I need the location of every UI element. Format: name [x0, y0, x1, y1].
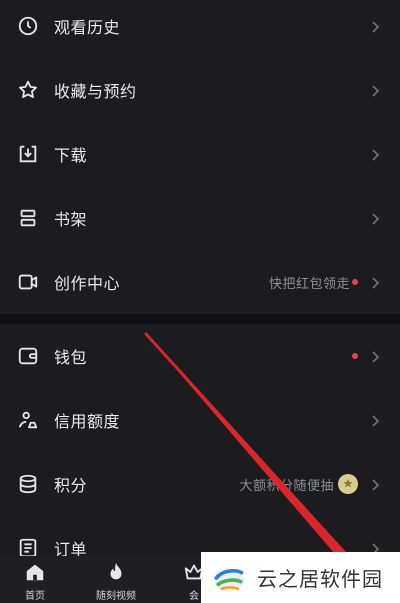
menu-item-download[interactable]: 下载 — [0, 123, 400, 185]
menu-item-label: 观看历史 — [54, 18, 121, 37]
notification-dot — [352, 353, 358, 359]
clock-icon — [17, 15, 39, 37]
chevron-right-icon — [370, 83, 380, 97]
creator-promo-hint: 快把红包领走 — [268, 276, 350, 292]
menu-item-creator-center[interactable]: 创作中心 快把红包领走 — [0, 251, 400, 313]
tab-short-videos[interactable]: 随刻视频 — [86, 556, 146, 603]
chevron-right-icon — [370, 477, 380, 491]
chevron-right-icon — [370, 413, 380, 427]
star-icon — [17, 79, 39, 101]
menu-item-wallet[interactable]: 钱包 — [0, 325, 400, 387]
menu-item-label: 信用额度 — [54, 412, 121, 431]
menu-item-credit-limit[interactable]: 信用额度 — [0, 389, 400, 451]
menu-item-label: 书架 — [54, 210, 88, 229]
points-promo-hint: 大额积分随便抽 — [239, 478, 334, 494]
site-logo-icon — [213, 567, 245, 591]
flame-icon — [110, 562, 122, 580]
chevron-right-icon — [370, 275, 380, 289]
menu-item-favorites[interactable]: 收藏与预约 — [0, 59, 400, 121]
chevron-right-icon — [370, 211, 380, 225]
credit-icon — [17, 409, 39, 431]
menu-item-label: 下载 — [54, 146, 88, 165]
watermark: 云之居软件园 — [201, 552, 400, 603]
video-camera-icon — [17, 271, 39, 293]
chevron-right-icon — [370, 349, 380, 363]
coin-icon — [338, 474, 358, 494]
download-icon — [17, 143, 39, 165]
menu-item-label: 积分 — [54, 476, 88, 495]
wallet-icon — [17, 345, 39, 367]
home-icon — [26, 564, 44, 581]
tab-label: 随刻视频 — [96, 591, 136, 602]
menu-item-points[interactable]: 积分 大额积分随便抽 — [0, 453, 400, 515]
notification-dot — [352, 279, 358, 285]
menu-item-watch-history[interactable]: 观看历史 — [0, 0, 400, 57]
bookshelf-icon — [17, 207, 39, 229]
menu-item-label: 创作中心 — [54, 274, 121, 293]
chevron-right-icon — [370, 19, 380, 33]
points-icon — [17, 473, 39, 495]
watermark-text: 云之居软件园 — [257, 567, 383, 591]
chevron-right-icon — [370, 147, 380, 161]
menu-item-label: 钱包 — [54, 348, 88, 367]
tab-label: 首页 — [25, 591, 45, 602]
menu-item-label: 收藏与预约 — [54, 82, 137, 101]
section-divider — [0, 314, 400, 324]
tab-home[interactable]: 首页 — [12, 556, 58, 603]
menu-item-bookshelf[interactable]: 书架 — [0, 187, 400, 249]
tab-label: 会 — [189, 591, 199, 602]
